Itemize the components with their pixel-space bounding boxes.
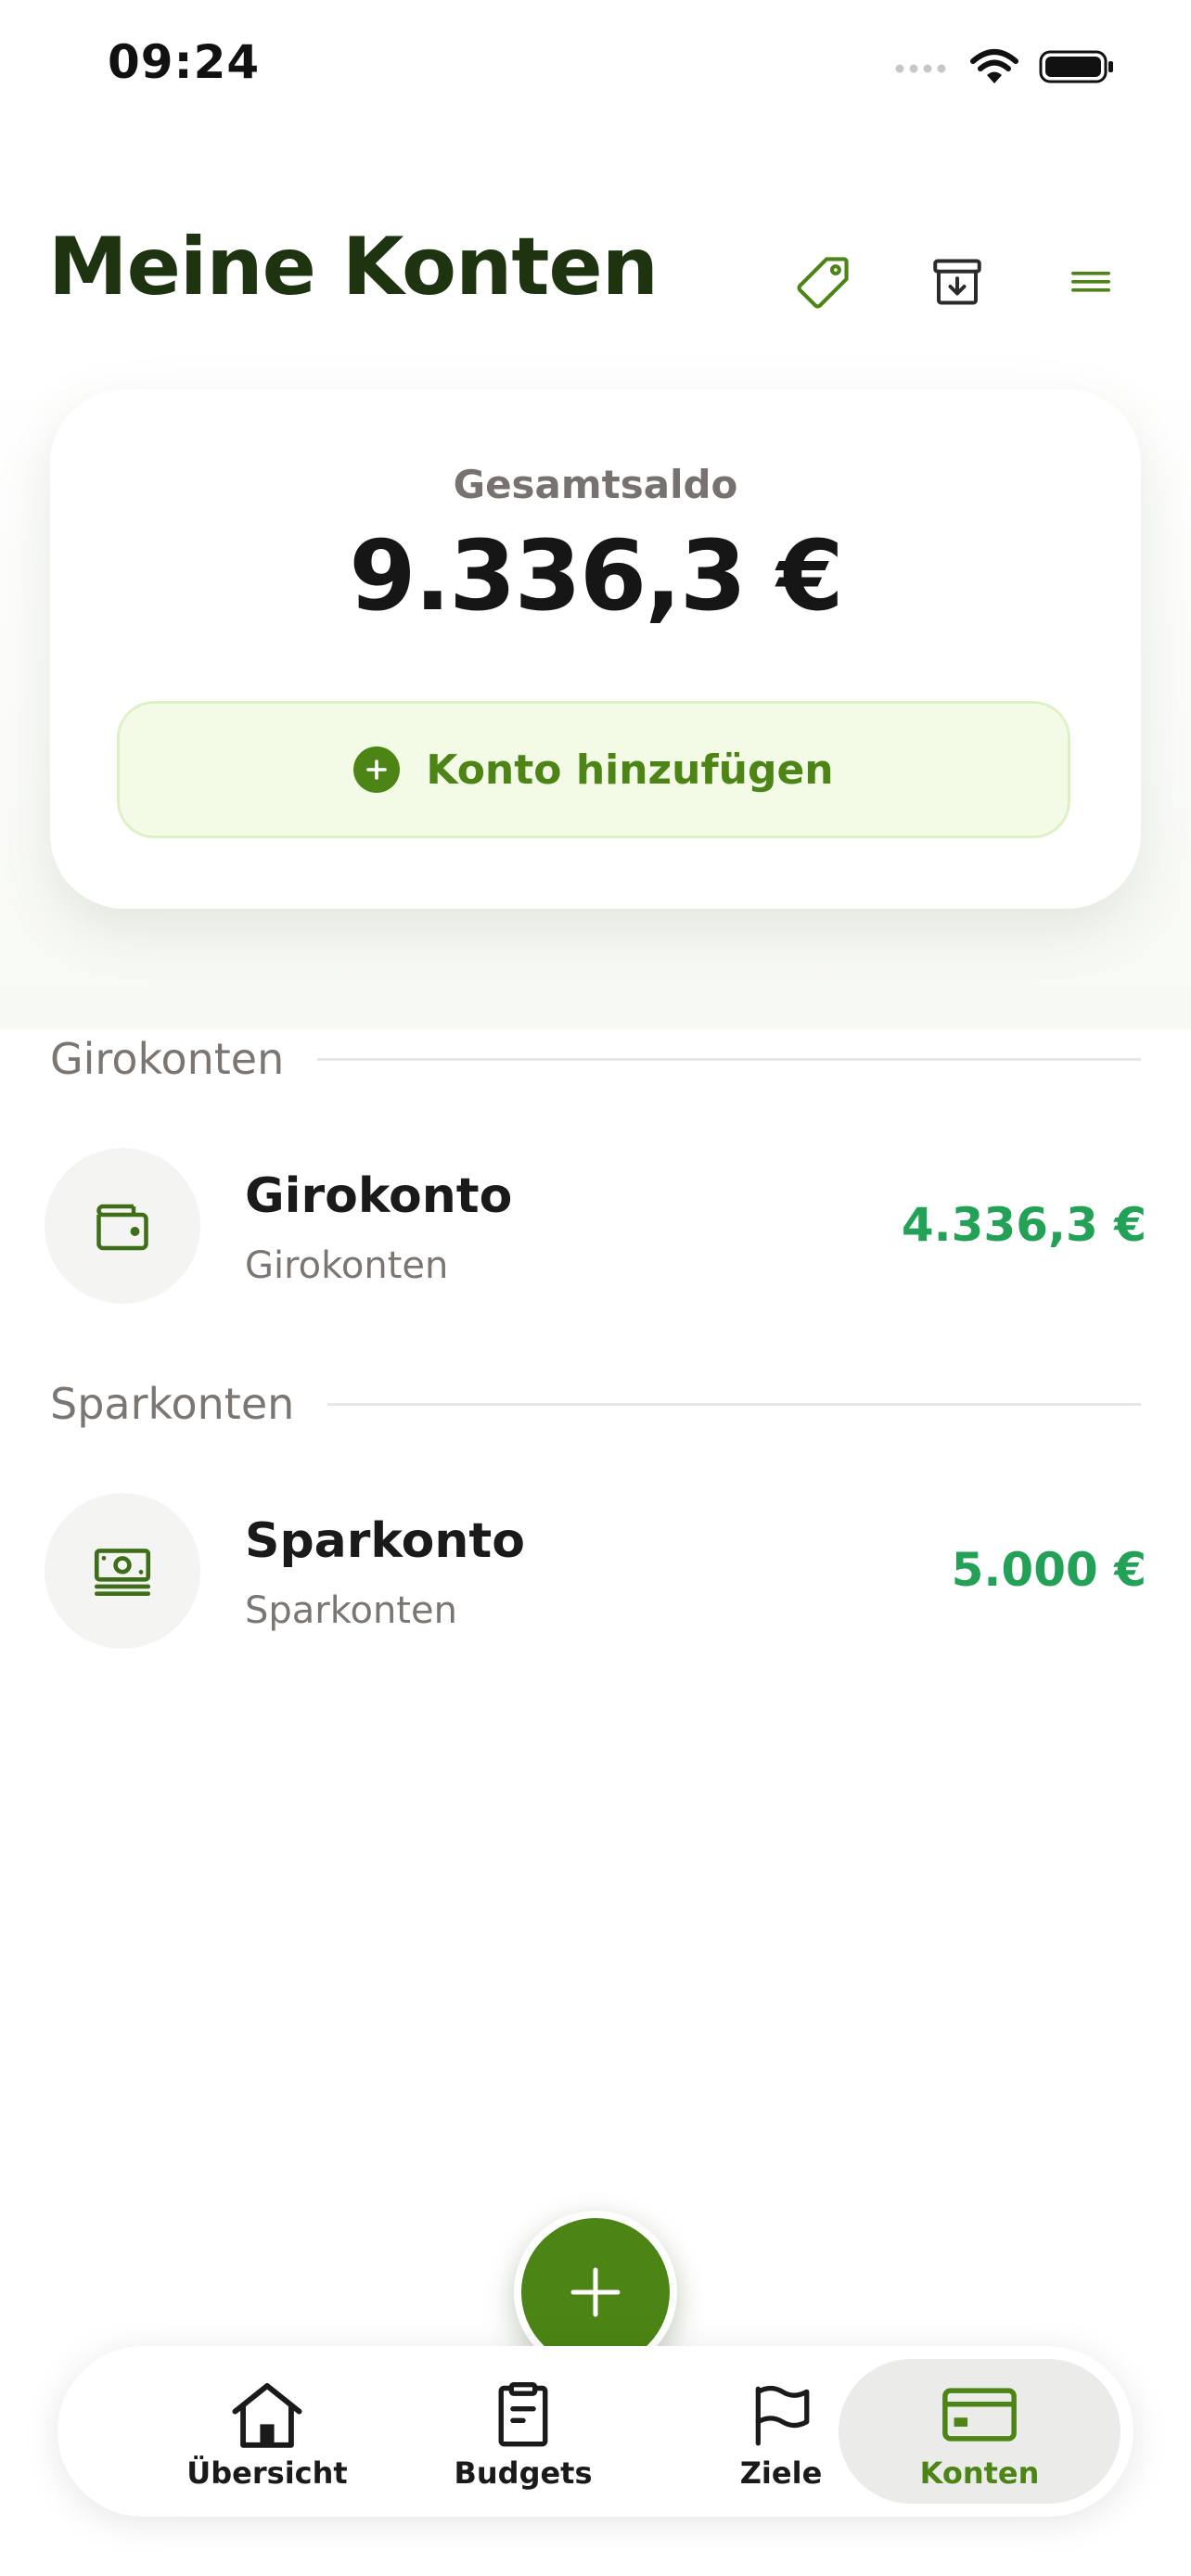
tab-label: Budgets <box>454 2455 593 2491</box>
plus-icon <box>570 2267 621 2317</box>
wifi-icon <box>970 49 1018 83</box>
tab-uebersicht[interactable]: Übersicht <box>126 2359 408 2504</box>
clipboard-icon <box>498 2382 548 2447</box>
status-time: 09:24 <box>108 35 261 89</box>
add-account-button[interactable]: Konto hinzufügen <box>117 701 1070 838</box>
total-balance: 9.336,3 € <box>349 519 843 632</box>
tag-icon <box>797 257 849 309</box>
add-circle-icon <box>353 746 401 793</box>
account-balance: 4.336,3 € <box>901 1198 1146 1252</box>
banknote-icon <box>94 1549 151 1596</box>
section-title: Sparkonten <box>50 1379 295 1429</box>
flag-icon <box>755 2385 810 2446</box>
home-icon <box>232 2382 302 2448</box>
account-balance: 5.000 € <box>951 1543 1146 1597</box>
section-header-girokonten: Girokonten <box>50 1031 1141 1087</box>
tab-konten[interactable]: Konten <box>839 2359 1121 2504</box>
tab-label: Übersicht <box>186 2455 348 2491</box>
account-type: Sparkonten <box>245 1589 457 1632</box>
balance-card: Gesamtsaldo 9.336,3 € Konto hinzufügen <box>50 389 1141 909</box>
section-divider <box>327 1402 1141 1406</box>
battery-icon <box>1039 50 1113 83</box>
tab-budgets[interactable]: Budgets <box>382 2359 664 2504</box>
tab-label: Konten <box>919 2455 1040 2491</box>
archive-button[interactable] <box>924 249 991 315</box>
page-title: Meine Konten <box>48 221 659 313</box>
account-icon-wrapper <box>45 1148 200 1304</box>
archive-download-icon <box>933 259 981 305</box>
account-type: Girokonten <box>245 1244 449 1287</box>
balance-label: Gesamtsaldo <box>453 462 738 507</box>
account-row-girokonto[interactable]: Girokonto Girokonten 4.336,3 € <box>45 1148 1146 1306</box>
status-icons <box>894 45 1115 89</box>
card-icon <box>942 2388 1017 2442</box>
account-name: Sparkonto <box>245 1513 525 1569</box>
section-title: Girokonten <box>50 1034 285 1084</box>
account-icon-wrapper <box>45 1493 200 1649</box>
section-header-sparkonten: Sparkonten <box>50 1376 1141 1432</box>
section-divider <box>317 1057 1141 1061</box>
wallet-icon <box>96 1204 148 1251</box>
cellular-signal-icon <box>895 64 946 73</box>
account-name: Girokonto <box>245 1168 513 1224</box>
account-row-sparkonto[interactable]: Sparkonto Sparkonten 5.000 € <box>45 1493 1146 1651</box>
menu-icon <box>1071 272 1110 292</box>
tags-button[interactable] <box>790 249 857 315</box>
add-account-label: Konto hinzufügen <box>426 746 834 794</box>
menu-button[interactable] <box>1057 249 1124 315</box>
tab-label: Ziele <box>739 2455 823 2491</box>
tab-bar: Übersicht Budgets Ziele Konten <box>58 2346 1133 2517</box>
